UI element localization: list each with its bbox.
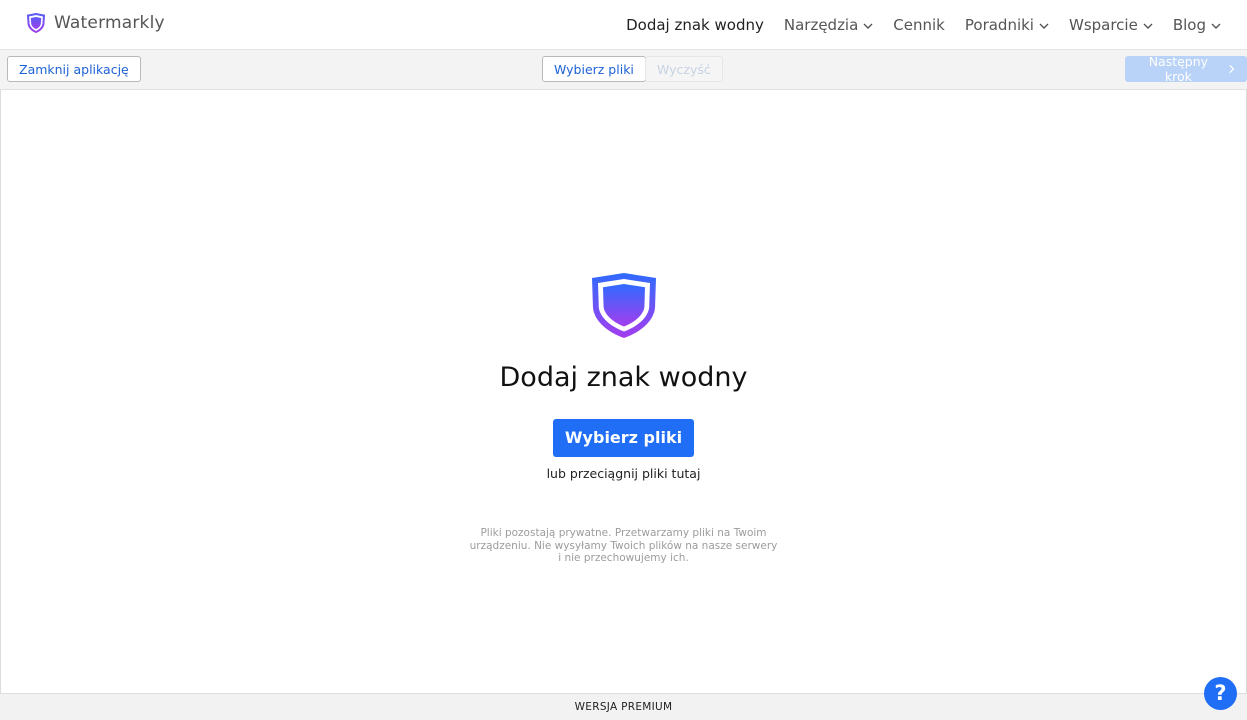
shield-logo-icon [27,13,45,33]
chevron-right-icon [1229,64,1235,74]
chevron-down-icon [1143,23,1153,29]
chevron-down-icon [1211,23,1221,29]
help-button[interactable]: ? [1204,677,1237,710]
toolbar: Zamknij aplikację Wybierz pliki Wyczyść … [0,50,1247,90]
chevron-down-icon [863,23,873,29]
premium-footer[interactable]: WERSJA PREMIUM [0,693,1247,720]
nav-label: Wsparcie [1068,16,1138,34]
question-mark-icon: ? [1214,681,1227,705]
privacy-note: Pliki pozostają prywatne. Przetwarzamy p… [469,527,778,564]
brand-name: Watermarkly [54,13,165,33]
choose-files-primary-button[interactable]: Wybierz pliki [553,419,694,457]
nav-guides[interactable]: Poradniki [965,16,1049,34]
drag-drop-hint: lub przeciągnij pliki tutaj [546,466,701,481]
nav-support[interactable]: Wsparcie [1069,16,1153,34]
nav-tools[interactable]: Narzędzia [784,16,873,34]
clear-button[interactable]: Wyczyść [645,56,723,82]
nav-label: Dodaj znak wodny [626,16,764,34]
nav-label: Blog [1172,16,1206,34]
choose-files-button[interactable]: Wybierz pliki [542,56,646,82]
next-step-button[interactable]: Następny krok [1125,54,1247,84]
page-title: Dodaj znak wodny [499,362,748,393]
next-step-label: Następny krok [1148,54,1209,84]
nav-blog[interactable]: Blog [1173,16,1221,34]
brand[interactable]: Watermarkly [27,13,165,33]
nav-add-watermark[interactable]: Dodaj znak wodny [626,16,764,34]
chevron-down-icon [1039,23,1049,29]
top-header: Watermarkly Dodaj znak wodny Narzędzia C… [0,0,1247,50]
upload-area[interactable]: Dodaj znak wodny Wybierz pliki lub przec… [0,270,1247,565]
premium-label: WERSJA PREMIUM [574,701,673,713]
main-nav: Dodaj znak wodny Narzędzia Cennik Poradn… [606,0,1221,50]
shield-logo-icon [591,273,656,338]
nav-label: Narzędzia [783,16,859,34]
nav-pricing[interactable]: Cennik [893,16,945,34]
nav-label: Cennik [893,16,945,34]
close-app-button[interactable]: Zamknij aplikację [7,56,141,82]
nav-label: Poradniki [964,16,1034,34]
